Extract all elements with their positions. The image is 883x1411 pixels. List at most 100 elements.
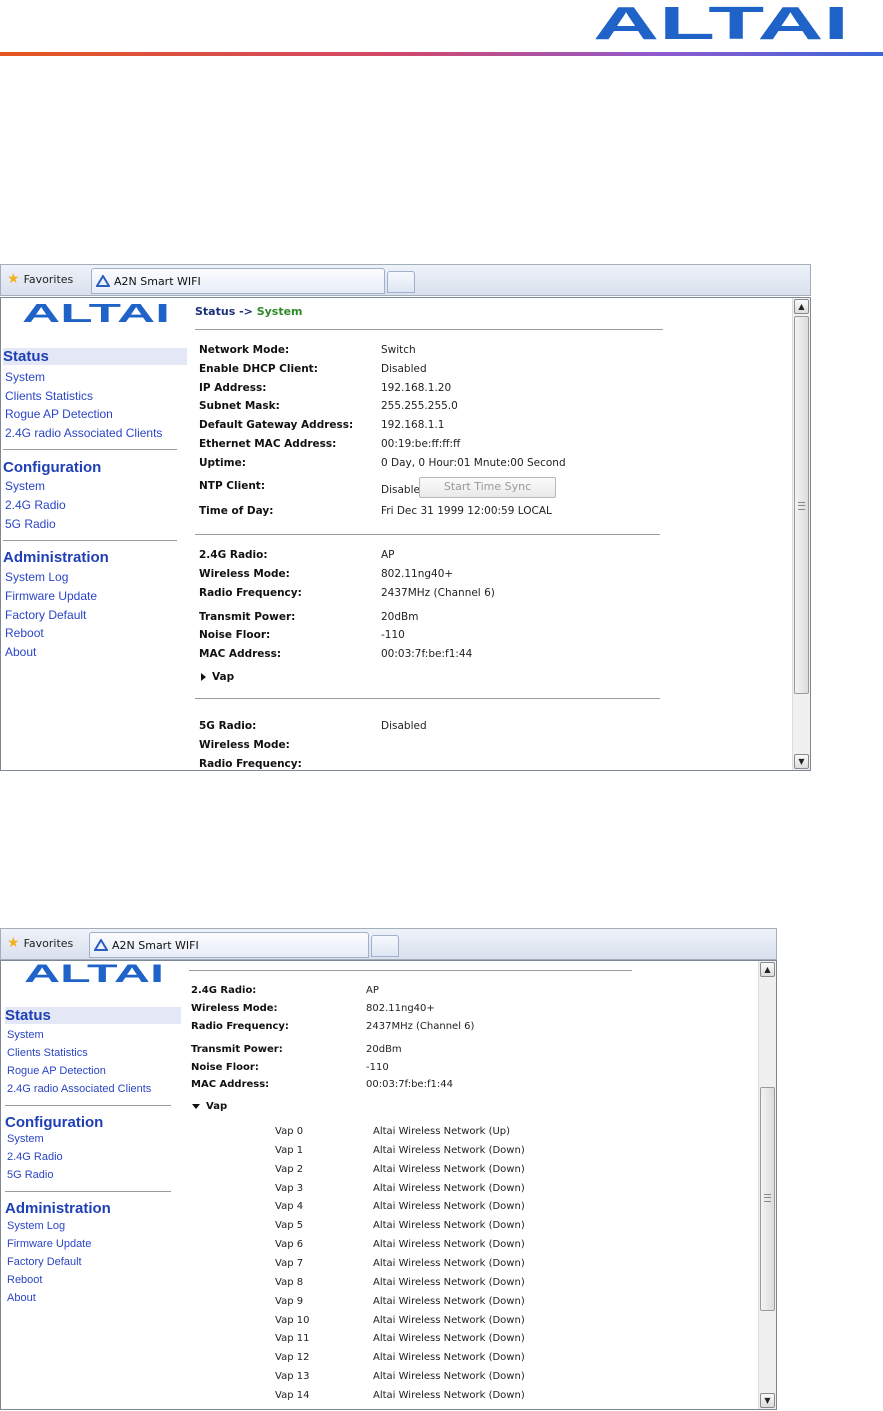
sidebar-item-reboot[interactable]: Reboot — [5, 626, 44, 640]
vap-name: Vap 5 — [275, 1220, 304, 1231]
browser-window-1: ★ Favorites A2N Smart WIFI ALTAI Status … — [0, 264, 811, 771]
browser-tab[interactable]: A2N Smart WIFI — [91, 268, 385, 294]
sidebar-item-associated-clients[interactable]: 2.4G radio Associated Clients — [5, 426, 162, 440]
caret-down-icon — [192, 1103, 200, 1109]
sidebar-item-system-log[interactable]: System Log — [5, 570, 68, 584]
field-label: 5G Radio: — [199, 720, 257, 732]
vap-status: Altai Wireless Network (Down) — [373, 1296, 525, 1307]
sidebar-item-about[interactable]: About — [5, 645, 36, 659]
favorites-button[interactable]: ★ Favorites — [7, 936, 73, 950]
sidebar-item-config-5g-radio[interactable]: 5G Radio — [5, 517, 56, 531]
favorites-label: Favorites — [23, 936, 74, 950]
vap-name: Vap 0 — [275, 1126, 304, 1137]
field-label: Wireless Mode: — [199, 568, 290, 580]
vap-label: Vap — [206, 1101, 228, 1112]
scroll-up-button[interactable]: ▲ — [794, 299, 809, 314]
scrollbar-thumb[interactable] — [794, 316, 809, 694]
vap-status: Altai Wireless Network (Down) — [373, 1277, 525, 1288]
vap-name: Vap 9 — [275, 1296, 304, 1307]
altai-sidebar-logo: ALTAI — [24, 961, 164, 984]
breadcrumb-section: Status -> — [195, 305, 253, 318]
field-label: Uptime: — [199, 457, 246, 469]
new-tab-button[interactable] — [387, 271, 415, 293]
sidebar-item-config-system[interactable]: System — [7, 1133, 44, 1145]
field-value: -110 — [381, 629, 405, 641]
field-value: 0 Day, 0 Hour:01 Mnute:00 Second — [381, 457, 566, 469]
field-label: Noise Floor: — [191, 1062, 259, 1073]
sidebar-item-config-24g-radio[interactable]: 2.4G Radio — [7, 1151, 63, 1163]
sidebar-item-status-system[interactable]: System — [5, 370, 45, 384]
field-label: Transmit Power: — [191, 1044, 283, 1055]
tab-title: A2N Smart WIFI — [114, 274, 201, 288]
sidebar-divider — [5, 1191, 171, 1192]
vap-status: Altai Wireless Network (Down) — [373, 1164, 525, 1175]
scroll-down-button[interactable]: ▼ — [760, 1393, 775, 1408]
vap-status: Altai Wireless Network (Down) — [373, 1239, 525, 1250]
sidebar-heading-configuration: Configuration — [5, 1114, 104, 1131]
sidebar-item-clients-statistics[interactable]: Clients Statistics — [5, 389, 93, 403]
sidebar-item-config-5g-radio[interactable]: 5G Radio — [7, 1169, 53, 1181]
vap-name: Vap 4 — [275, 1201, 304, 1212]
field-value: 802.11ng40+ — [366, 1003, 435, 1014]
sidebar-item-reboot[interactable]: Reboot — [7, 1274, 42, 1286]
grip-icon — [764, 1194, 771, 1202]
vap-expander[interactable]: Vap — [201, 671, 234, 683]
sidebar-item-system-log[interactable]: System Log — [7, 1220, 65, 1232]
field-value: 802.11ng40+ — [381, 568, 454, 580]
scroll-up-button[interactable]: ▲ — [760, 962, 775, 977]
sidebar-heading-administration: Administration — [3, 549, 109, 566]
sidebar-item-factory-default[interactable]: Factory Default — [5, 608, 86, 622]
field-value: -110 — [366, 1062, 389, 1073]
vap-name: Vap 12 — [275, 1352, 310, 1363]
field-label: Noise Floor: — [199, 629, 271, 641]
sidebar-item-firmware-update[interactable]: Firmware Update — [5, 589, 97, 603]
vap-name: Vap 2 — [275, 1164, 304, 1175]
header-gradient-line — [0, 52, 883, 56]
browser-tab[interactable]: A2N Smart WIFI — [89, 932, 369, 958]
field-label: 2.4G Radio: — [199, 549, 268, 561]
vap-name: Vap 10 — [275, 1315, 310, 1326]
svg-text:ALTAI: ALTAI — [593, 2, 849, 42]
scrollbar[interactable]: ▲ ▼ — [758, 961, 776, 1409]
sidebar-item-status-system[interactable]: System — [7, 1029, 44, 1041]
altai-sidebar-logo: ALTAI — [22, 300, 170, 324]
breadcrumb: Status -> System — [195, 305, 303, 318]
sidebar-item-about[interactable]: About — [7, 1292, 36, 1304]
sidebar-item-rogue-ap-detection[interactable]: Rogue AP Detection — [7, 1065, 106, 1077]
sidebar-item-clients-statistics[interactable]: Clients Statistics — [7, 1047, 88, 1059]
caret-right-icon — [201, 673, 206, 681]
field-value: 20dBm — [381, 611, 419, 623]
scrollbar-thumb[interactable] — [760, 1087, 775, 1311]
browser-toolbar: ★ Favorites A2N Smart WIFI — [0, 928, 777, 960]
svg-text:ALTAI: ALTAI — [24, 961, 164, 984]
sidebar-item-factory-default[interactable]: Factory Default — [7, 1256, 82, 1268]
start-time-sync-button[interactable]: Start Time Sync — [419, 477, 556, 498]
field-label: MAC Address: — [191, 1079, 270, 1090]
breadcrumb-current: System — [256, 305, 303, 318]
vap-name: Vap 3 — [275, 1183, 304, 1194]
scrollbar[interactable]: ▲ ▼ — [792, 298, 810, 770]
sidebar-item-rogue-ap-detection[interactable]: Rogue AP Detection — [5, 407, 113, 421]
browser-toolbar: ★ Favorites A2N Smart WIFI — [0, 264, 811, 296]
divider — [195, 698, 660, 699]
new-tab-button[interactable] — [371, 935, 399, 957]
vap-status: Altai Wireless Network (Down) — [373, 1145, 525, 1156]
field-label: Wireless Mode: — [191, 1003, 278, 1014]
vap-expander[interactable]: Vap — [192, 1101, 227, 1112]
page-viewport: ALTAI Status System Clients Statistics R… — [0, 297, 811, 771]
sidebar-item-config-system[interactable]: System — [5, 479, 45, 493]
scroll-down-button[interactable]: ▼ — [794, 754, 809, 769]
favorites-label: Favorites — [23, 272, 74, 286]
favorites-button[interactable]: ★ Favorites — [7, 272, 73, 286]
sidebar-item-firmware-update[interactable]: Firmware Update — [7, 1238, 91, 1250]
vap-name: Vap 1 — [275, 1145, 304, 1156]
field-value: 00:19:be:ff:ff:ff — [381, 438, 461, 450]
svg-text:ALTAI: ALTAI — [22, 300, 170, 324]
vap-status: Altai Wireless Network (Down) — [373, 1352, 525, 1363]
field-label: Default Gateway Address: — [199, 419, 354, 431]
vap-status: Altai Wireless Network (Down) — [373, 1390, 525, 1401]
field-label: Transmit Power: — [199, 611, 296, 623]
sidebar-item-config-24g-radio[interactable]: 2.4G Radio — [5, 498, 66, 512]
sidebar-item-associated-clients[interactable]: 2.4G radio Associated Clients — [7, 1083, 151, 1095]
altai-page-logo: ALTAI — [593, 2, 849, 42]
